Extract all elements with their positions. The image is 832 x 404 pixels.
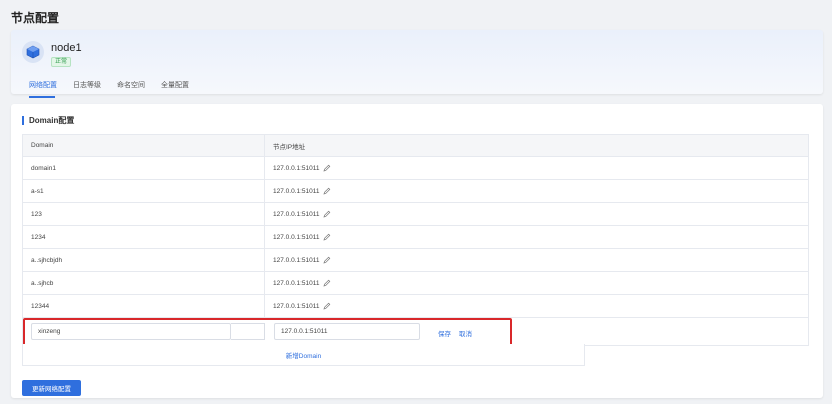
table-row: 123 127.0.0.1:51011 xyxy=(23,203,808,226)
add-domain-button[interactable]: 新增Domain xyxy=(22,344,585,366)
ip-cell: 127.0.0.1:51011 xyxy=(265,157,808,179)
table-row: 12344 127.0.0.1:51011 xyxy=(23,295,808,318)
domain-cell: domain1 xyxy=(23,157,265,179)
domain-cell: 1234 xyxy=(23,226,265,248)
section-title: Domain配置 xyxy=(22,116,74,125)
ip-cell: 127.0.0.1:51011 xyxy=(265,226,808,248)
table-header-row: Domain 节点IP地址 xyxy=(23,135,808,157)
domain-cell: a-s1 xyxy=(23,180,265,202)
ip-value: 127.0.0.1:51011 xyxy=(273,302,320,310)
ip-cell: 127.0.0.1:51011 xyxy=(265,249,808,271)
tab-bar: 网络配置 日志等级 命名空间 全量配置 xyxy=(29,81,205,98)
ip-cell: 127.0.0.1:51011 xyxy=(265,180,808,202)
tab-network-config[interactable]: 网络配置 xyxy=(29,81,66,98)
domain-cell: a..sjhcb xyxy=(23,272,265,294)
pencil-icon[interactable] xyxy=(322,187,331,195)
update-network-config-button[interactable]: 更新网络配置 xyxy=(22,380,81,396)
ip-value: 127.0.0.1:51011 xyxy=(273,187,320,195)
table-row: 1234 127.0.0.1:51011 xyxy=(23,226,808,249)
pencil-icon[interactable] xyxy=(322,302,331,310)
table-row: domain1 127.0.0.1:51011 xyxy=(23,157,808,180)
tab-full-config[interactable]: 全量配置 xyxy=(161,81,198,94)
ip-cell: 127.0.0.1:51011 xyxy=(265,295,808,317)
ip-value: 127.0.0.1:51011 xyxy=(273,164,320,172)
ip-value: 127.0.0.1:51011 xyxy=(273,256,320,264)
domain-cell: 12344 xyxy=(23,295,265,317)
ip-value: 127.0.0.1:51011 xyxy=(273,279,320,287)
pencil-icon[interactable] xyxy=(322,279,331,287)
pencil-icon[interactable] xyxy=(322,233,331,241)
tab-log-level[interactable]: 日志等级 xyxy=(73,81,110,94)
node-header-card: node1 正常 网络配置 日志等级 命名空间 全量配置 xyxy=(11,30,823,98)
ip-value: 127.0.0.1:51011 xyxy=(273,233,320,241)
pencil-icon[interactable] xyxy=(322,256,331,264)
table-row: a-s1 127.0.0.1:51011 xyxy=(23,180,808,203)
table-row: a..sjhcbjdh 127.0.0.1:51011 xyxy=(23,249,808,272)
domain-config-card: Domain配置 Domain 节点IP地址 domain1 127.0.0.1… xyxy=(11,104,823,398)
node-name: node1 xyxy=(51,42,82,54)
status-badge: 正常 xyxy=(51,57,72,67)
pencil-icon[interactable] xyxy=(322,164,331,172)
table-row: a..sjhcb 127.0.0.1:51011 xyxy=(23,272,808,295)
tab-namespace[interactable]: 命名空间 xyxy=(117,81,154,94)
domain-table: Domain 节点IP地址 domain1 127.0.0.1:51011 a-… xyxy=(22,134,809,346)
pencil-icon[interactable] xyxy=(322,210,331,218)
page-title: 节点配置 xyxy=(11,11,60,25)
domain-cell: a..sjhcbjdh xyxy=(23,249,265,271)
column-header-domain: Domain xyxy=(23,135,265,156)
ip-cell: 127.0.0.1:51011 xyxy=(265,272,808,294)
column-header-ip: 节点IP地址 xyxy=(273,143,306,151)
ip-cell: 127.0.0.1:51011 xyxy=(265,203,808,225)
cube-icon xyxy=(22,41,44,63)
ip-value: 127.0.0.1:51011 xyxy=(273,210,320,218)
domain-cell: 123 xyxy=(23,203,265,225)
